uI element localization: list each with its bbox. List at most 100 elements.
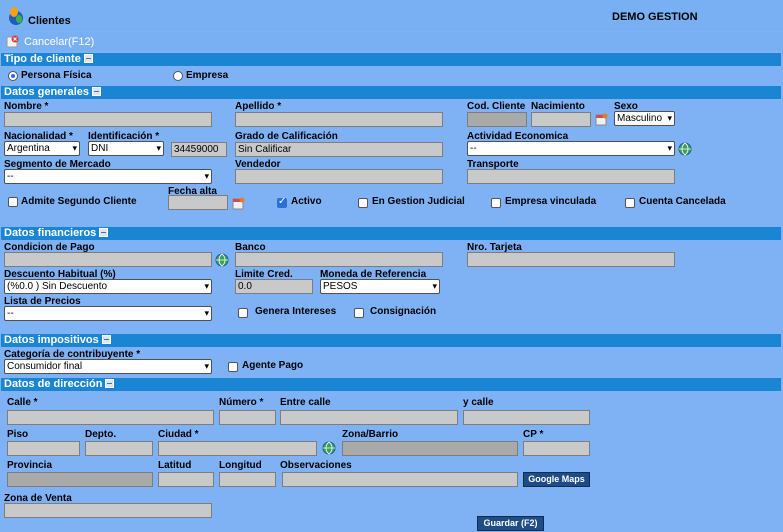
segmento-select[interactable]: -- ▾ <box>4 169 212 184</box>
globe-icon[interactable] <box>322 441 336 455</box>
moneda-select[interactable]: PESOS ▾ <box>320 279 440 294</box>
calle-input[interactable] <box>7 410 214 425</box>
vendedor-input[interactable] <box>235 169 443 184</box>
empresa-vinculada-label: Empresa vinculada <box>505 196 597 207</box>
longitud-label: Longitud <box>219 460 262 471</box>
latitud-label: Latitud <box>158 460 192 471</box>
numero-input[interactable] <box>219 410 276 425</box>
nacimiento-label: Nacimiento <box>531 101 585 112</box>
provincia-input[interactable] <box>7 472 153 487</box>
nombre-label: Nombre * <box>4 101 49 112</box>
radio-persona-fisica[interactable] <box>8 71 18 81</box>
cuenta-cancelada-label: Cuenta Cancelada <box>639 196 726 207</box>
agente-pago-label: Agente Pago <box>242 360 304 371</box>
empresa-vinculada-checkbox[interactable] <box>491 198 501 208</box>
chevron-down-icon: ▾ <box>667 113 672 123</box>
y-calle-input[interactable] <box>463 410 590 425</box>
entre-calle-input[interactable] <box>280 410 458 425</box>
chevron-down-icon: ▾ <box>667 143 672 153</box>
segmento-value: -- <box>7 171 14 182</box>
cancel-label: Cancelar(F12) <box>24 35 95 48</box>
observaciones-label: Observaciones <box>280 460 352 471</box>
agente-pago-checkbox[interactable] <box>228 362 238 372</box>
ciudad-input[interactable] <box>158 441 317 456</box>
calle-label: Calle * <box>7 397 38 408</box>
admite-checkbox[interactable] <box>8 197 18 207</box>
y-calle-label: y calle <box>463 397 494 408</box>
identificacion-tipo-value: DNI <box>91 143 109 154</box>
identificacion-tipo-select[interactable]: DNI ▾ <box>88 141 164 156</box>
collapse-icon[interactable] <box>105 379 115 388</box>
ciudad-label: Ciudad * <box>158 429 199 440</box>
zona-barrio-input[interactable] <box>342 441 518 456</box>
longitud-input[interactable] <box>219 472 276 487</box>
chevron-down-icon: ▾ <box>72 143 77 153</box>
toolbar: Cancelar(F12) <box>0 32 783 51</box>
sexo-select[interactable]: Masculino ▾ <box>614 111 675 126</box>
section-datos-direccion: Datos de dirección <box>1 378 781 391</box>
app-logo-icon <box>9 7 23 25</box>
gestion-judicial-checkbox[interactable] <box>358 198 368 208</box>
piso-input[interactable] <box>7 441 80 456</box>
nacionalidad-value: Argentina <box>7 143 50 154</box>
actividad-select[interactable]: -- ▾ <box>467 141 675 156</box>
admite-label: Admite Segundo Cliente <box>21 196 137 207</box>
transporte-input[interactable] <box>467 169 675 184</box>
piso-label: Piso <box>7 429 29 440</box>
banco-input[interactable] <box>235 252 443 267</box>
section-title: Datos de dirección <box>4 378 103 390</box>
condicion-pago-input[interactable] <box>4 252 212 267</box>
limite-cred-input[interactable]: 0.0 <box>235 279 313 294</box>
title-bar: Clientes DEMO GESTION <box>0 0 783 31</box>
depto-input[interactable] <box>85 441 153 456</box>
collapse-icon[interactable] <box>91 87 101 96</box>
collapse-icon[interactable] <box>83 54 93 63</box>
descuento-value: (%0.0 ) Sin Descuento <box>7 281 108 292</box>
chevron-down-icon: ▾ <box>432 281 437 291</box>
genera-intereses-checkbox[interactable] <box>238 308 248 318</box>
guardar-button[interactable]: Guardar (F2) <box>477 516 544 531</box>
consignacion-checkbox[interactable] <box>354 308 364 318</box>
identificacion-numero-input[interactable]: 34459000 <box>171 142 227 157</box>
nombre-input[interactable] <box>4 112 212 127</box>
observaciones-input[interactable] <box>282 472 518 487</box>
section-title: Datos financieros <box>4 227 97 239</box>
calendar-icon[interactable] <box>595 112 609 126</box>
cod-cliente-input <box>467 112 527 127</box>
nacionalidad-select[interactable]: Argentina ▾ <box>4 141 80 156</box>
zona-venta-input[interactable] <box>4 503 212 518</box>
descuento-select[interactable]: (%0.0 ) Sin Descuento ▾ <box>4 279 212 294</box>
radio-empresa[interactable] <box>173 71 183 81</box>
globe-icon[interactable] <box>215 253 229 267</box>
section-title: Datos impositivos <box>4 334 99 346</box>
apellido-input[interactable] <box>235 112 443 127</box>
cancel-button[interactable]: Cancelar(F12) <box>6 34 94 49</box>
lista-precios-select[interactable]: -- ▾ <box>4 306 212 321</box>
depto-label: Depto. <box>85 429 117 440</box>
categoria-value: Consumidor final <box>7 361 83 372</box>
nro-tarjeta-input[interactable] <box>467 252 675 267</box>
section-title: Tipo de cliente <box>4 53 81 65</box>
activo-checkbox[interactable] <box>277 196 287 208</box>
collapse-icon[interactable] <box>99 228 109 237</box>
categoria-select[interactable]: Consumidor final ▾ <box>4 359 212 374</box>
cp-label: CP * <box>523 429 544 440</box>
google-maps-button[interactable]: Google Maps <box>523 472 590 487</box>
calendar-icon[interactable] <box>232 196 246 210</box>
nacimiento-input[interactable] <box>531 112 591 127</box>
collapse-icon[interactable] <box>101 335 111 344</box>
apellido-label: Apellido * <box>235 101 282 112</box>
section-tipo-cliente: Tipo de cliente <box>1 53 781 66</box>
cp-input[interactable] <box>523 441 590 456</box>
chevron-down-icon: ▾ <box>204 361 209 371</box>
latitud-input[interactable] <box>158 472 214 487</box>
fecha-alta-input[interactable] <box>168 195 228 210</box>
section-title: Datos generales <box>4 86 89 98</box>
section-datos-generales: Datos generales <box>1 86 781 99</box>
consignacion-label: Consignación <box>370 306 437 317</box>
cuenta-cancelada-checkbox[interactable] <box>625 198 635 208</box>
globe-icon[interactable] <box>678 142 692 156</box>
grado-input[interactable]: Sin Calificar <box>235 142 443 157</box>
entre-calle-label: Entre calle <box>280 397 331 408</box>
persona-fisica-label: Persona Física <box>21 70 92 81</box>
